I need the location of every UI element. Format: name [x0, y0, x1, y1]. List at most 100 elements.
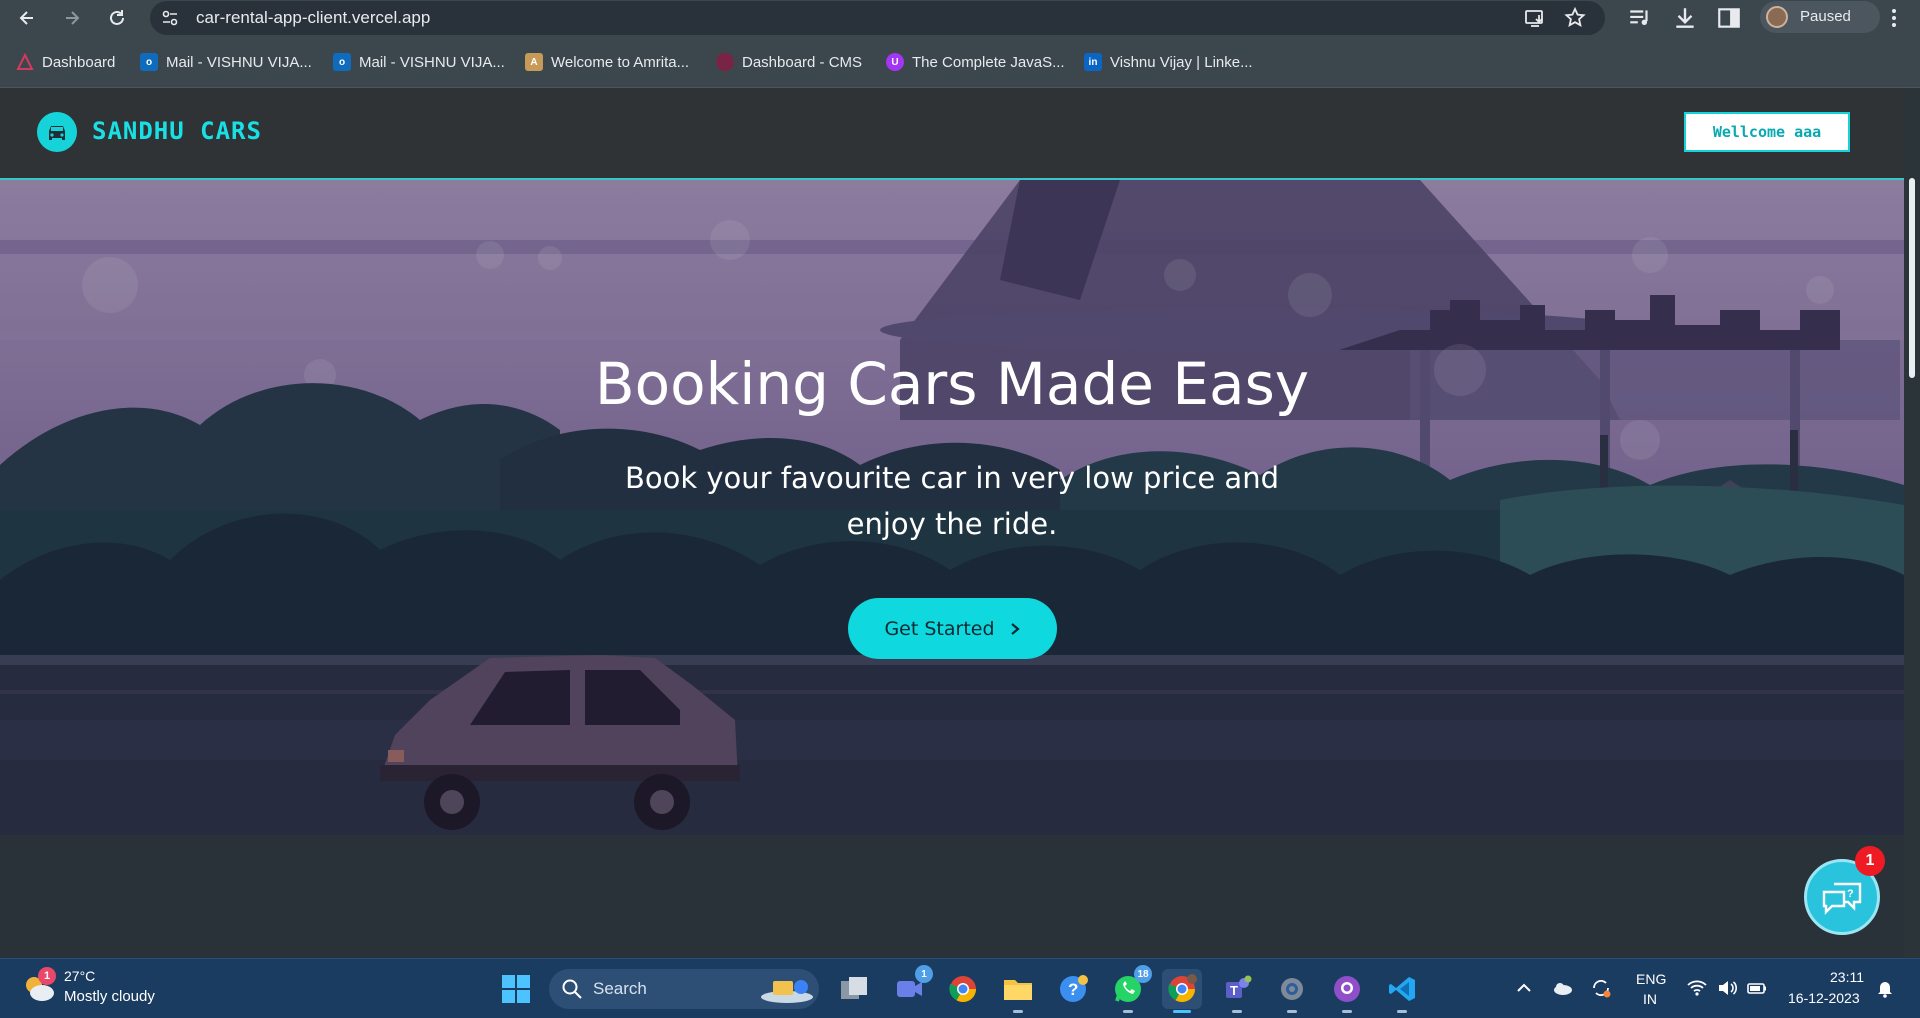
- running-indicator: [1397, 1010, 1407, 1013]
- chrome-icon: [1168, 974, 1197, 1003]
- install-app-icon[interactable]: [1523, 6, 1547, 30]
- svg-text:?: ?: [1847, 888, 1854, 900]
- car-logo-icon[interactable]: [37, 112, 77, 152]
- cms-icon: [716, 53, 734, 71]
- running-indicator: [1123, 1010, 1133, 1013]
- task-view-icon: [841, 977, 867, 999]
- task-view-app[interactable]: [834, 969, 874, 1009]
- amrita-triangle-icon: [16, 53, 34, 70]
- reload-button[interactable]: [103, 4, 131, 32]
- bookmark-amrita[interactable]: A Welcome to Amrita...: [525, 52, 689, 72]
- bookmark-label: Vishnu Vijay | Linke...: [1110, 53, 1253, 71]
- bookmark-label: Welcome to Amrita...: [551, 53, 690, 71]
- gear-icon: [1281, 978, 1303, 1000]
- running-indicator: [1342, 1010, 1352, 1013]
- clock-time[interactable]: 23:11: [1830, 969, 1864, 985]
- linkedin-icon: in: [1084, 53, 1102, 71]
- vscode-icon: [1389, 977, 1415, 1001]
- media-controls-icon[interactable]: [1627, 5, 1653, 31]
- bookmark-cms[interactable]: Dashboard - CMS: [716, 52, 862, 72]
- get-started-label: Get Started: [884, 617, 995, 640]
- svg-text:?: ?: [1068, 980, 1078, 999]
- teams-meet-app[interactable]: 1: [889, 965, 933, 1009]
- bookmark-star-icon[interactable]: [1563, 6, 1587, 30]
- weather-alert-badge: 1: [38, 967, 56, 985]
- weather-condition: Mostly cloudy: [64, 988, 155, 1005]
- app-badge: 18: [1134, 965, 1152, 983]
- bookmark-linkedin[interactable]: in Vishnu Vijay | Linke...: [1084, 52, 1253, 72]
- wifi-icon[interactable]: [1686, 977, 1708, 999]
- chat-bubble-icon: ?: [1822, 882, 1862, 915]
- settings-app[interactable]: [1272, 969, 1312, 1013]
- clock-date[interactable]: 16-12-2023: [1788, 990, 1860, 1006]
- chat-notification-badge: 1: [1855, 846, 1885, 876]
- github-icon: [1334, 976, 1360, 1002]
- reload-icon: [110, 10, 124, 25]
- outlook-icon: o: [140, 53, 158, 71]
- outlook-icon: o: [333, 53, 351, 71]
- active-indicator: [1173, 1010, 1191, 1013]
- bookmark-dashboard[interactable]: Dashboard: [16, 52, 115, 72]
- profile-button[interactable]: Paused: [1760, 1, 1880, 33]
- downloads-icon[interactable]: [1672, 5, 1698, 31]
- onedrive-cloud-icon[interactable]: [1551, 977, 1573, 999]
- teams-app[interactable]: T: [1217, 969, 1257, 1013]
- running-indicator: [1287, 1010, 1297, 1013]
- taskbar-search[interactable]: Search: [549, 969, 819, 1009]
- side-panel-icon[interactable]: [1716, 5, 1742, 31]
- github-desktop-app[interactable]: [1327, 969, 1367, 1013]
- bookmark-label: Mail - VISHNU VIJA...: [359, 53, 505, 71]
- chrome-profile-app[interactable]: [1162, 969, 1202, 1013]
- region-indicator[interactable]: IN: [1643, 991, 1657, 1007]
- scrollbar-thumb[interactable]: [1909, 178, 1915, 378]
- volume-icon[interactable]: [1716, 977, 1738, 999]
- welcome-user-button[interactable]: Wellcome aaa: [1684, 112, 1850, 152]
- search-placeholder: Search: [593, 979, 647, 998]
- file-explorer-app[interactable]: [998, 969, 1038, 1013]
- bookmark-label: Dashboard - CMS: [742, 53, 863, 71]
- bookmark-udemy[interactable]: U The Complete JavaS...: [886, 52, 1065, 72]
- url-text[interactable]: car-rental-app-client.vercel.app: [196, 8, 430, 28]
- web-page: SANDHU CARS Wellcome aaa Booking Cars Ma…: [0, 88, 1904, 958]
- whatsapp-app[interactable]: 18: [1108, 965, 1152, 1013]
- language-indicator[interactable]: ENG: [1636, 971, 1666, 987]
- back-arrow-icon: [19, 11, 33, 25]
- running-indicator: [1013, 1010, 1023, 1013]
- hero-title: Booking Cars Made Easy: [594, 350, 1310, 418]
- udemy-icon: U: [886, 53, 904, 71]
- brand-name[interactable]: SANDHU CARS: [92, 117, 262, 145]
- chrome-icon: [949, 976, 977, 1003]
- address-bar[interactable]: car-rental-app-client.vercel.app: [150, 1, 1605, 35]
- bookmarks-bar: Dashboard o Mail - VISHNU VIJA... o Mail…: [0, 36, 1920, 88]
- temperature: 27°C: [64, 968, 96, 984]
- running-indicator: [1232, 1010, 1242, 1013]
- hero-subtitle: Book your favourite car in very low pric…: [624, 461, 1279, 541]
- get-help-app[interactable]: ?: [1053, 969, 1093, 1009]
- search-icon: [562, 979, 582, 999]
- bookmark-label: Mail - VISHNU VIJA...: [166, 53, 312, 71]
- sync-icon[interactable]: [1590, 977, 1612, 999]
- chevron-up-icon[interactable]: [1513, 977, 1535, 999]
- site-info-icon[interactable]: [160, 8, 180, 28]
- battery-icon[interactable]: [1746, 977, 1768, 999]
- windows-start-icon[interactable]: [501, 974, 531, 1004]
- teams-icon: T: [1226, 975, 1252, 998]
- bookmark-label: The Complete JavaS...: [912, 53, 1065, 71]
- vscode-app[interactable]: [1382, 969, 1422, 1013]
- chrome-app[interactable]: [943, 969, 983, 1009]
- back-button[interactable]: [13, 4, 41, 32]
- browser-toolbar: car-rental-app-client.vercel.app Paused: [0, 0, 1920, 36]
- bookmark-mail-1[interactable]: o Mail - VISHNU VIJA...: [140, 52, 312, 72]
- page-scrollbar[interactable]: [1904, 88, 1920, 958]
- forward-button[interactable]: [58, 4, 86, 32]
- bookmark-label: Dashboard: [42, 53, 116, 71]
- chevron-right-icon: [1010, 622, 1020, 635]
- more-menu-icon[interactable]: [1882, 6, 1906, 30]
- bookmark-mail-2[interactable]: o Mail - VISHNU VIJA...: [333, 52, 505, 72]
- hero-section: Booking Cars Made Easy Book your favouri…: [0, 180, 1904, 835]
- get-started-button[interactable]: Get Started: [848, 598, 1057, 659]
- windows-taskbar: 1 27°C Mostly cloudy Search 1 ? 18 T ENG…: [0, 958, 1920, 1018]
- folder-icon: [1004, 980, 1032, 1000]
- notification-bell-icon[interactable]: [1874, 977, 1896, 999]
- site-header: SANDHU CARS Wellcome aaa: [0, 88, 1904, 180]
